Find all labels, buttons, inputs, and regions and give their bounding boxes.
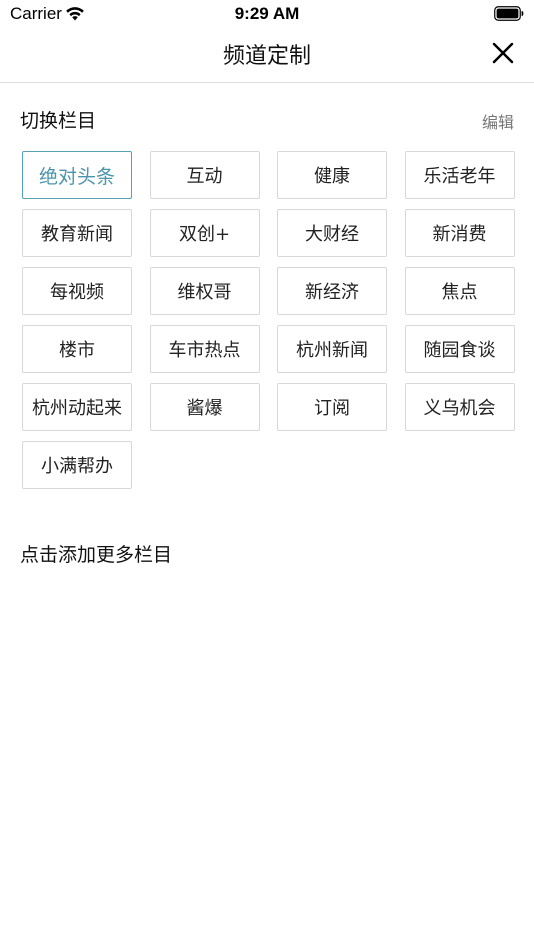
add-more-title: 点击添加更多栏目 bbox=[20, 544, 173, 566]
nav-bar: 频道定制 bbox=[0, 28, 534, 83]
channel-chip[interactable]: 健康 bbox=[277, 151, 387, 199]
channel-chip[interactable]: 教育新闻 bbox=[22, 209, 132, 257]
channel-chip[interactable]: 新消费 bbox=[404, 209, 515, 257]
channel-chip[interactable]: 随园食谈 bbox=[404, 325, 515, 373]
channel-chip[interactable]: 义乌机会 bbox=[404, 383, 515, 431]
battery-icon bbox=[494, 6, 524, 21]
status-bar: Carrier 9:29 AM bbox=[0, 0, 534, 28]
channel-chip[interactable]: 杭州新闻 bbox=[277, 325, 387, 373]
channel-chip[interactable]: 车市热点 bbox=[149, 325, 260, 373]
channel-chip[interactable]: 维权哥 bbox=[149, 267, 260, 315]
channel-chip[interactable]: 双创+ bbox=[149, 209, 260, 257]
section-title: 切换栏目 bbox=[20, 110, 97, 132]
channel-chip[interactable]: 大财经 bbox=[277, 209, 387, 257]
channel-chip[interactable]: 杭州动起来 bbox=[22, 383, 132, 431]
channel-chip[interactable]: 新经济 bbox=[277, 267, 387, 315]
channel-chip[interactable]: 每视频 bbox=[22, 267, 132, 315]
channel-chip[interactable]: 小满帮办 bbox=[22, 441, 132, 489]
channel-chip[interactable]: 乐活老年 bbox=[404, 151, 515, 199]
channel-chip[interactable]: 绝对头条 bbox=[22, 151, 132, 199]
status-time: 9:29 AM bbox=[234, 4, 300, 23]
channel-chip[interactable]: 楼市 bbox=[22, 325, 132, 373]
channel-grid: 绝对头条 互动 健康 乐活老年教育新闻 双创+ 大财经 新消费每视频 维权哥 新经济 焦点楼市 车市… bbox=[22, 151, 515, 489]
close-icon[interactable] bbox=[490, 40, 516, 66]
channel-chip[interactable]: 订阅 bbox=[277, 383, 387, 431]
edit-button[interactable]: 编辑 bbox=[482, 109, 514, 133]
channel-chip[interactable]: 酱爆 bbox=[149, 383, 260, 431]
channel-chip[interactable]: 焦点 bbox=[404, 267, 515, 315]
page-title: 频道定制 bbox=[222, 44, 311, 69]
channel-chip[interactable]: 互动 bbox=[149, 151, 260, 199]
section-header: 切换栏目 编辑 bbox=[20, 106, 514, 134]
